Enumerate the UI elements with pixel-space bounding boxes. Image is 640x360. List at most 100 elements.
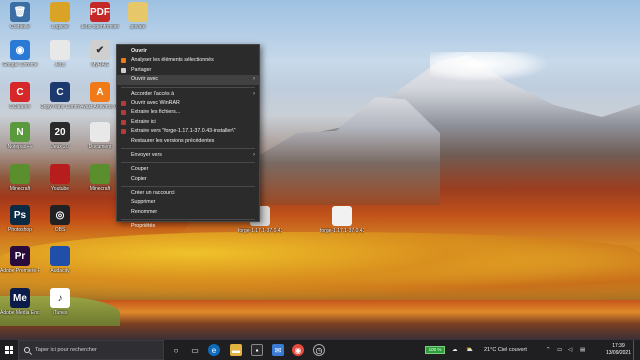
taskbar: ○ ▭ e ▬ ▪ ✉ ◉ ◷ 100 % ☁ ⛅ 21°C Ciel couv… bbox=[0, 340, 640, 360]
context-menu-item[interactable]: Extraire ici bbox=[117, 118, 259, 127]
desktop-icon-label: Jeux bbox=[54, 62, 66, 68]
desktop-icon-label: MyRAG bbox=[91, 62, 109, 68]
desktop-icon[interactable]: Jeux bbox=[40, 40, 80, 68]
start-button[interactable] bbox=[0, 340, 18, 360]
cortana-icon[interactable]: ○ bbox=[170, 344, 182, 356]
menu-item-icon bbox=[121, 100, 126, 106]
menu-separator bbox=[121, 186, 255, 188]
desktop-icon-image: Pr bbox=[10, 246, 30, 266]
context-menu-item-label: Renommer bbox=[131, 208, 158, 215]
desktop-icon-image: C bbox=[10, 82, 30, 102]
desktop-icon[interactable]: Youtube bbox=[40, 164, 80, 192]
clock-time: 17:39 bbox=[612, 343, 625, 349]
context-menu-item[interactable]: Ouvrir bbox=[117, 47, 259, 56]
desktop-icon[interactable]: Minecraft bbox=[0, 164, 40, 192]
context-menu-item-label: Extraire vers "forge-1.17.1-37.0.43-inst… bbox=[131, 128, 236, 135]
show-desktop-button[interactable] bbox=[633, 340, 638, 360]
context-menu-item[interactable]: Restaurer les versions précédentes bbox=[117, 137, 259, 146]
network-icon[interactable]: ▭ bbox=[557, 340, 562, 360]
desktop-icon[interactable]: C CopyTrans Control Center bbox=[40, 82, 80, 110]
context-menu-item[interactable]: Ouvrir avec WinRAR bbox=[117, 99, 259, 108]
context-menu-item[interactable]: Supprimer bbox=[117, 198, 259, 207]
desktop-icon-label: Adobe Premiere Pro 2020 bbox=[0, 268, 40, 274]
desktop-icon[interactable]: Ps Photoshop bbox=[0, 205, 40, 233]
context-menu-item-label: Ouvrir avec bbox=[131, 76, 159, 83]
show-hidden-icons-icon[interactable]: ⌃ bbox=[546, 340, 551, 360]
context-menu-item-label: Ouvrir avec WinRAR bbox=[131, 99, 180, 106]
context-menu: Ouvrir Analyser les éléments sélectionnés… bbox=[116, 44, 260, 229]
desktop-icon[interactable]: ✔ MyRAG bbox=[80, 40, 120, 68]
desktop-icon-label: iTunes bbox=[52, 310, 68, 316]
desktop-icon-label: Minecraft bbox=[89, 186, 111, 192]
context-menu-item[interactable]: Extraire vers "forge-1.17.1-37.0.43-inst… bbox=[117, 127, 259, 136]
desktop-icon[interactable]: C CCleaner bbox=[0, 82, 40, 110]
context-menu-item[interactable]: Créer un raccourci bbox=[117, 189, 259, 198]
clock[interactable]: 17:39 13/09/2021 bbox=[606, 343, 631, 357]
windows-logo-icon bbox=[5, 346, 13, 354]
desktop-icon-image bbox=[50, 164, 70, 184]
desktop-icon-image: N bbox=[10, 122, 30, 142]
desktop-icon[interactable]: ◉ Google Chrome bbox=[0, 40, 40, 68]
desktop-icon-label: Adobe Media Encoder bbox=[0, 310, 40, 316]
desktop-icon[interactable]: Me Adobe Media Encoder bbox=[0, 288, 40, 316]
wallpaper-snow bbox=[430, 52, 550, 82]
context-menu-item-label: Extraire les fichiers... bbox=[131, 109, 181, 116]
menu-item-icon bbox=[121, 110, 126, 116]
desktop-icon[interactable]: Logiciel bbox=[40, 2, 80, 30]
context-menu-item-label: Analyser les éléments sélectionnés bbox=[131, 57, 214, 64]
desktop-icon[interactable]: Document bbox=[80, 122, 120, 150]
store-icon[interactable]: ▪ bbox=[251, 344, 263, 356]
desktop-icon[interactable]: ♪ iTunes bbox=[40, 288, 80, 316]
context-menu-item[interactable]: Copier bbox=[117, 175, 259, 184]
context-menu-items: Ouvrir Analyser les éléments sélectionnés… bbox=[117, 47, 259, 232]
volume-icon[interactable]: ◁ bbox=[568, 340, 572, 360]
chrome-icon[interactable]: ◉ bbox=[292, 344, 304, 356]
context-menu-item[interactable]: Renommer bbox=[117, 208, 259, 217]
desktop-icon[interactable]: A Avast Antivirus Gratuit bbox=[80, 82, 120, 110]
desktop-icon[interactable]: Minecraft bbox=[80, 164, 120, 192]
desktop-icon[interactable]: Audacity bbox=[40, 246, 80, 274]
menu-separator bbox=[121, 219, 255, 221]
context-menu-item-label: Envoyer vers bbox=[131, 151, 162, 158]
context-menu-item[interactable]: Accorder l'accès à › bbox=[117, 90, 259, 99]
desktop-icon-image: C bbox=[50, 82, 70, 102]
desktop-icon[interactable]: 20 Jeux 20 bbox=[40, 122, 80, 150]
desktop-icon-label: Youtube bbox=[50, 186, 70, 192]
search-input[interactable] bbox=[35, 345, 160, 355]
context-menu-item[interactable]: Partager bbox=[117, 66, 259, 75]
context-menu-item-label: Partager bbox=[131, 66, 152, 73]
weather-icon[interactable]: ⛅ bbox=[466, 340, 473, 360]
battery-indicator[interactable]: 100 % bbox=[425, 346, 445, 354]
desktop-icon[interactable]: private bbox=[118, 2, 158, 30]
desktop-icon[interactable]: Pr Adobe Premiere Pro 2020 bbox=[0, 246, 40, 274]
desktop-icon[interactable]: N Notepad++ bbox=[0, 122, 40, 150]
desktop-icon[interactable]: ◎ OBS bbox=[40, 205, 80, 233]
context-menu-item[interactable]: Extraire les fichiers... bbox=[117, 108, 259, 117]
taskbar-search[interactable] bbox=[18, 340, 164, 360]
context-menu-item[interactable]: Couper bbox=[117, 165, 259, 174]
desktop-icon[interactable]: 🗑 Corbeille bbox=[0, 2, 40, 30]
desktop-icon[interactable]: forge-1.17.1-37.0.43-installer bbox=[320, 206, 364, 234]
context-menu-item-label: Extraire ici bbox=[131, 118, 156, 125]
desktop-icon-image: A bbox=[90, 82, 110, 102]
clock-date: 13/09/2021 bbox=[605, 350, 631, 356]
language-icon[interactable]: ▤ bbox=[580, 340, 585, 360]
weather-text[interactable]: 21°C Ciel couvert bbox=[484, 340, 527, 360]
mail-icon[interactable]: ✉ bbox=[272, 344, 284, 356]
file-explorer-icon[interactable]: ▬ bbox=[230, 344, 242, 356]
context-menu-item[interactable]: Analyser les éléments sélectionnés bbox=[117, 56, 259, 65]
tray-chevron-icon[interactable]: ☁ bbox=[452, 340, 458, 360]
desktop-icon-label: OBS bbox=[54, 227, 66, 233]
desktop-icon[interactable]: PDF Jeux openfrontier bbox=[80, 2, 120, 30]
search-icon bbox=[24, 347, 30, 353]
context-menu-item[interactable]: Envoyer vers › bbox=[117, 151, 259, 160]
context-menu-item[interactable]: Propriétés bbox=[117, 222, 259, 231]
task-view-icon[interactable]: ▭ bbox=[189, 344, 201, 356]
clock-app-icon[interactable]: ◷ bbox=[313, 344, 325, 356]
menu-item-icon bbox=[121, 119, 126, 125]
edge-icon[interactable]: e bbox=[208, 344, 220, 356]
desktop-icon-image: ♪ bbox=[50, 288, 70, 308]
context-menu-item-label: Propriétés bbox=[131, 223, 156, 230]
context-menu-item-label: Ouvrir bbox=[131, 48, 147, 54]
context-menu-item[interactable]: Ouvrir avec › bbox=[117, 75, 259, 85]
